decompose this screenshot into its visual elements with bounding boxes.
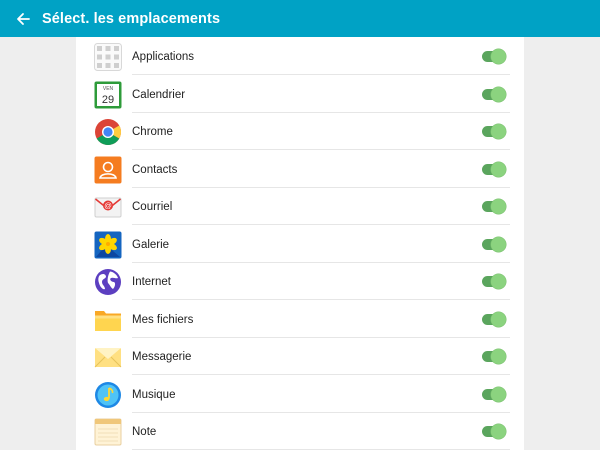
arrow-left-icon [17, 12, 30, 25]
toggle-knob [491, 199, 506, 214]
location-list: Applications VEN 29 Calendrier Chrome Co… [76, 37, 524, 450]
gallery-icon [94, 231, 122, 258]
toggle-chrome[interactable] [482, 124, 506, 139]
list-item-galerie[interactable]: Galerie [76, 226, 524, 263]
back-button[interactable] [12, 8, 34, 30]
item-label: Calendrier [132, 88, 186, 101]
item-label: Musique [132, 388, 176, 401]
list-item-messagerie[interactable]: Messagerie [76, 338, 524, 375]
toggle-knob [491, 161, 506, 177]
list-item-chrome[interactable]: Chrome [76, 113, 524, 150]
item-label: Contacts [132, 163, 178, 176]
toggle-musique[interactable] [482, 386, 506, 402]
list-item-courriel[interactable]: @ Courriel [76, 188, 524, 225]
folder-icon [95, 310, 121, 331]
toggle-knob [491, 386, 506, 402]
toggle-galerie[interactable] [482, 236, 506, 252]
email-icon: @ [94, 197, 122, 218]
list-item-mes-fichiers[interactable]: Mes fichiers [76, 301, 524, 338]
music-note-icon [95, 381, 121, 408]
calendar-day: 29 [102, 94, 114, 106]
toggle-knob [491, 311, 506, 327]
item-label: Applications [132, 51, 195, 63]
list-item-internet[interactable]: Internet [76, 263, 524, 300]
toggle-knob [491, 349, 506, 364]
list-item-musique[interactable]: Musique [76, 376, 524, 413]
apps-grid-icon [94, 43, 122, 71]
notepad-icon [94, 418, 122, 446]
toggle-knob [491, 49, 506, 64]
toggle-applications[interactable] [482, 49, 506, 64]
toggle-knob [491, 86, 506, 102]
item-label: Internet [132, 276, 171, 288]
item-label: Chrome [132, 126, 173, 138]
app-bar: Sélect. les emplacements [0, 0, 600, 37]
toggle-knob [491, 424, 506, 439]
toggle-courriel[interactable] [482, 199, 506, 214]
toggle-contacts[interactable] [482, 161, 506, 177]
calendar-icon: VEN 29 [94, 81, 122, 108]
messages-envelope-icon [94, 348, 122, 368]
chrome-icon [95, 119, 122, 146]
list-item-note[interactable]: Note [76, 413, 524, 450]
list-item-applications[interactable]: Applications [76, 38, 524, 75]
page-title: Sélect. les emplacements [42, 10, 221, 27]
contacts-icon [94, 156, 122, 183]
list-item-calendrier[interactable]: VEN 29 Calendrier [76, 76, 524, 113]
internet-globe-icon [95, 269, 121, 295]
toggle-messagerie[interactable] [482, 349, 506, 364]
calendar-weekday: VEN [103, 86, 114, 92]
toggle-calendrier[interactable] [482, 86, 506, 102]
item-label: Courriel [132, 201, 173, 213]
item-label: Mes fichiers [132, 313, 194, 326]
toggle-note[interactable] [482, 424, 506, 439]
toggle-mes-fichiers[interactable] [482, 311, 506, 327]
item-label: Messagerie [132, 351, 192, 363]
list-item-contacts[interactable]: Contacts [76, 151, 524, 188]
toggle-internet[interactable] [482, 274, 506, 289]
item-label: Galerie [132, 238, 170, 251]
toggle-knob [491, 236, 506, 252]
toggle-knob [491, 124, 506, 139]
svg-text:@: @ [104, 201, 112, 210]
item-label: Note [132, 426, 157, 438]
toggle-knob [491, 274, 506, 289]
